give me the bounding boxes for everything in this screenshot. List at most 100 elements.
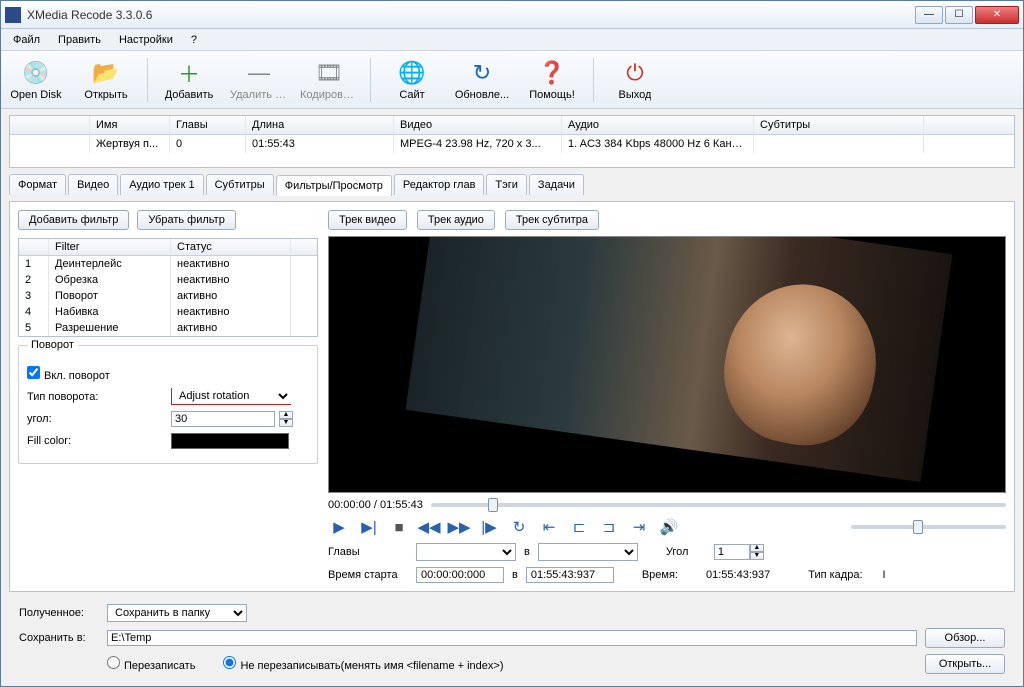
step-icon[interactable]: |▶ (478, 517, 500, 537)
filter-row[interactable]: 3Поворотактивно (19, 288, 317, 304)
update-button[interactable]: ↻Обновле... (453, 59, 511, 101)
col-length[interactable]: Длина (246, 116, 394, 134)
tab-tags[interactable]: Тэги (486, 174, 527, 195)
col-filter[interactable]: Filter (49, 239, 171, 255)
folder-open-icon: 📂 (92, 59, 120, 87)
col-subs[interactable]: Субтитры (754, 116, 924, 134)
goto-end-icon[interactable]: ⇥ (628, 517, 650, 537)
seek-slider[interactable] (431, 503, 1006, 507)
help-button[interactable]: ❓Помощь! (523, 59, 581, 101)
remove-button: —Удалить ра... (230, 59, 288, 101)
chapters-label: Главы (328, 546, 408, 558)
track-video-button[interactable]: Трек видео (328, 210, 407, 230)
add-button[interactable]: ＋Добавить (160, 59, 218, 101)
file-grid: Имя Главы Длина Видео Аудио Субтитры Жер… (9, 115, 1015, 168)
track-sub-button[interactable]: Трек субтитра (505, 210, 599, 230)
open-folder-button[interactable]: Открыть... (925, 654, 1005, 674)
no-overwrite-radio[interactable]: Не перезаписывать(менять имя <filename +… (223, 656, 503, 672)
filter-row[interactable]: 4Набивканеактивно (19, 304, 317, 320)
start-label: Время старта (328, 569, 408, 581)
maximize-button[interactable]: ☐ (945, 6, 973, 24)
rotate-type-select[interactable]: Adjust rotation (171, 388, 291, 405)
app-window: XMedia Recode 3.3.0.6 — ☐ ✕ Файл Править… (0, 0, 1024, 687)
overwrite-radio[interactable]: Перезаписать (107, 656, 195, 672)
disc-icon: 💿 (22, 59, 50, 87)
col-audio[interactable]: Аудио (562, 116, 754, 134)
separator (593, 58, 594, 102)
chapters-select[interactable] (416, 543, 516, 561)
filter-row[interactable]: 1Деинтерлейснеактивно (19, 256, 317, 272)
opendisk-button[interactable]: 💿Open Disk (7, 59, 65, 101)
frame-value: I (883, 569, 886, 581)
rotate-type-label: Тип поворота: (27, 391, 167, 403)
minus-icon: — (245, 59, 273, 87)
close-button[interactable]: ✕ (975, 6, 1019, 24)
angle-input[interactable] (171, 411, 275, 427)
col-blank[interactable] (10, 116, 90, 134)
rotate-group: Поворот Вкл. поворот Тип поворота: Adjus… (18, 345, 318, 464)
filter-table: Filter Статус 1Деинтерлейснеактивно2Обре… (18, 238, 318, 337)
start-value[interactable]: 00:00:00:000 (416, 567, 504, 583)
track-audio-button[interactable]: Трек аудио (417, 210, 495, 230)
video-preview[interactable] (328, 236, 1006, 493)
tab-bar: Формат Видео Аудио трек 1 Субтитры Фильт… (9, 174, 1015, 195)
stop-icon[interactable]: ■ (388, 517, 410, 537)
filter-row[interactable]: 5Разрешениеактивно (19, 320, 317, 336)
refresh-icon: ↻ (468, 59, 496, 87)
angle-label: угол: (27, 413, 167, 425)
tab-audio[interactable]: Аудио трек 1 (120, 174, 203, 195)
mark-f-icon[interactable]: ⊏ (568, 517, 590, 537)
end-value[interactable]: 01:55:43:937 (526, 567, 614, 583)
angle-stepper[interactable] (714, 544, 750, 560)
tab-video[interactable]: Видео (68, 174, 118, 195)
help-icon: ❓ (538, 59, 566, 87)
loop-icon[interactable]: ↻ (508, 517, 530, 537)
volume-icon[interactable]: 🔊 (658, 517, 680, 537)
col-name[interactable]: Имя (90, 116, 170, 134)
menubar: Файл Править Настройки ? (1, 29, 1023, 51)
titlebar: XMedia Recode 3.3.0.6 — ☐ ✕ (1, 1, 1023, 29)
play-icon[interactable]: ▶ (328, 517, 350, 537)
remove-filter-button[interactable]: Убрать фильтр (137, 210, 236, 230)
col-video[interactable]: Видео (394, 116, 562, 134)
site-button[interactable]: 🌐Сайт (383, 59, 441, 101)
window-title: XMedia Recode 3.3.0.6 (27, 8, 915, 22)
volume-slider[interactable] (851, 525, 1006, 529)
mark-in-icon[interactable]: ⇤ (538, 517, 560, 537)
tab-chapters[interactable]: Редактор глав (394, 174, 485, 195)
output-select[interactable]: Сохранить в папку (107, 604, 247, 622)
file-row[interactable]: Жертвуя п... 0 01:55:43 MPEG-4 23.98 Hz,… (10, 135, 1014, 153)
exit-button[interactable]: ⏻Выход (606, 59, 664, 101)
tab-format[interactable]: Формат (9, 174, 66, 195)
power-icon: ⏻ (621, 59, 649, 87)
time-value: 01:55:43:937 (706, 569, 770, 581)
minimize-button[interactable]: — (915, 6, 943, 24)
app-icon (5, 7, 21, 23)
col-status[interactable]: Статус (171, 239, 291, 255)
menu-help[interactable]: ? (183, 32, 205, 48)
angle-label2: Угол (666, 546, 706, 558)
enable-rotate-checkbox[interactable]: Вкл. поворот (27, 366, 110, 382)
globe-icon: 🌐 (398, 59, 426, 87)
rewind-icon[interactable]: ◀◀ (418, 517, 440, 537)
tab-tasks[interactable]: Задачи (529, 174, 584, 195)
tab-subs[interactable]: Субтитры (206, 174, 274, 195)
next-icon[interactable]: ▶| (358, 517, 380, 537)
menu-edit[interactable]: Править (50, 32, 109, 48)
forward-icon[interactable]: ▶▶ (448, 517, 470, 537)
menu-file[interactable]: Файл (5, 32, 48, 48)
savepath-input[interactable] (107, 630, 917, 646)
col-chapters[interactable]: Главы (170, 116, 246, 134)
filter-row[interactable]: 2Обрезканеактивно (19, 272, 317, 288)
menu-settings[interactable]: Настройки (111, 32, 181, 48)
chapters-to-select[interactable] (538, 543, 638, 561)
playback-controls: ▶ ▶| ■ ◀◀ ▶▶ |▶ ↻ ⇤ ⊏ ⊐ ⇥ 🔊 (328, 517, 1006, 537)
tab-filters[interactable]: Фильтры/Просмотр (276, 175, 392, 196)
browse-button[interactable]: Обзор... (925, 628, 1005, 648)
open-button[interactable]: 📂Открыть (77, 59, 135, 101)
angle-spinner[interactable]: ▲▼ (279, 411, 293, 427)
fillcolor-swatch[interactable] (171, 433, 289, 449)
separator (370, 58, 371, 102)
mark-out-icon[interactable]: ⊐ (598, 517, 620, 537)
add-filter-button[interactable]: Добавить фильтр (18, 210, 129, 230)
